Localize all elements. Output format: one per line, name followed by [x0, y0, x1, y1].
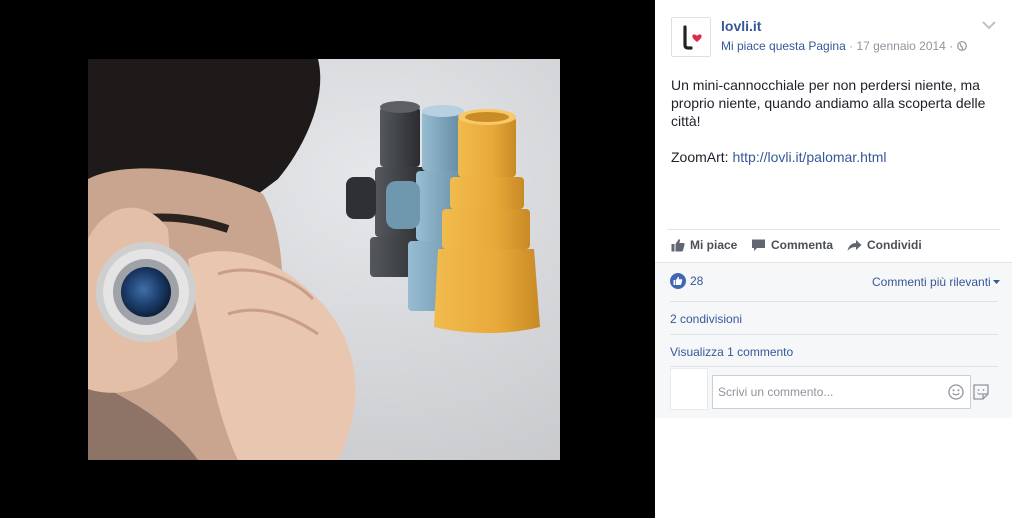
photo-viewer	[0, 0, 655, 518]
comment-input[interactable]: Scrivi un commento...	[712, 375, 989, 409]
meta-separator-2: ·	[949, 39, 954, 53]
comment-sort-label: Commenti più rilevanti	[872, 275, 991, 289]
meta-separator: ·	[849, 39, 854, 53]
post-link-line: ZoomArt: http://lovli.it/palomar.html	[671, 148, 996, 166]
divider	[670, 301, 998, 302]
post-message: Un mini-cannocchiale per non perdersi ni…	[671, 77, 986, 129]
share-button[interactable]: Condividi	[847, 238, 922, 252]
comment-sort-dropdown[interactable]: Commenti più rilevanti	[872, 275, 1000, 289]
comment-button[interactable]: Commenta	[751, 238, 833, 252]
reaction-count: 28	[690, 274, 704, 288]
shares-link[interactable]: 2 condivisioni	[670, 312, 998, 326]
like-page-link[interactable]: Mi piace questa Pagina	[721, 39, 846, 53]
divider	[670, 366, 998, 367]
post-meta: Mi piace questa Pagina · 17 gennaio 2014…	[721, 39, 967, 53]
action-bar: Mi piace Commenta Condividi	[667, 229, 1000, 262]
share-label: Condividi	[867, 238, 922, 252]
comment-label: Commenta	[771, 238, 834, 252]
reaction-count-link[interactable]: 28	[670, 273, 703, 289]
globe-icon	[956, 41, 967, 51]
reactions-row: 28 Commenti più rilevanti	[670, 273, 1000, 293]
divider	[670, 334, 998, 335]
lovli-logo	[683, 25, 702, 50]
post-date[interactable]: 17 gennaio 2014	[856, 39, 945, 53]
like-reaction-icon	[670, 273, 686, 289]
commenter-avatar	[670, 368, 708, 410]
post-text: Un mini-cannocchiale per non perdersi ni…	[671, 76, 996, 184]
post-photo[interactable]	[88, 59, 560, 460]
post-link[interactable]: http://lovli.it/palomar.html	[732, 149, 886, 165]
photo-illustration	[88, 59, 560, 460]
thumbs-up-icon	[671, 239, 685, 252]
page-avatar[interactable]	[671, 17, 711, 57]
comment-placeholder: Scrivi un commento...	[718, 385, 834, 399]
emoji-icon[interactable]	[948, 384, 964, 400]
like-label: Mi piace	[690, 238, 738, 252]
comment-icon	[752, 239, 765, 251]
chevron-down-icon[interactable]	[981, 18, 997, 32]
sticker-icon[interactable]	[972, 383, 990, 401]
like-button[interactable]: Mi piace	[671, 238, 737, 252]
page-name[interactable]: lovli.it	[721, 18, 761, 34]
dropdown-caret-icon	[992, 279, 1000, 284]
link-prefix: ZoomArt:	[671, 149, 733, 165]
share-icon	[847, 239, 862, 251]
view-comments-link[interactable]: Visualizza 1 commento	[670, 345, 998, 359]
post-side-panel: lovli.it Mi piace questa Pagina · 17 gen…	[655, 0, 1012, 518]
